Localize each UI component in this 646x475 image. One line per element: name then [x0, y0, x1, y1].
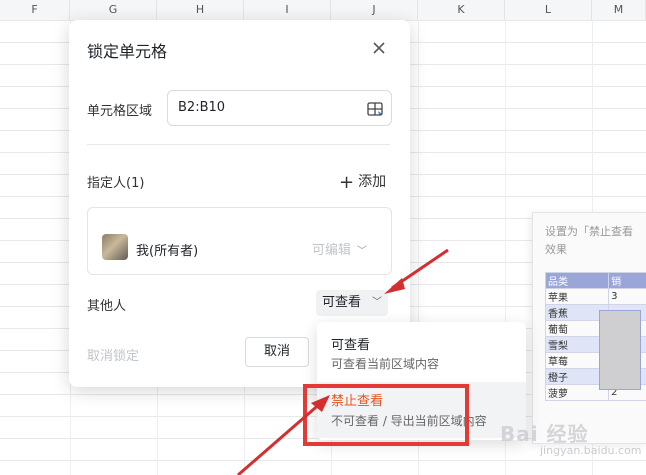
- divider: [87, 144, 390, 145]
- assignee-list: 我(所有者) 可编辑 ﹀: [87, 207, 392, 275]
- column-header-g[interactable]: G: [70, 0, 157, 20]
- plus-icon: +: [339, 172, 355, 193]
- close-icon[interactable]: [369, 38, 389, 58]
- others-permission-select[interactable]: 可查看 ﹀: [316, 290, 388, 316]
- column-header-k[interactable]: K: [418, 0, 505, 20]
- column-header-j[interactable]: J: [331, 0, 418, 20]
- column-header-i[interactable]: I: [244, 0, 331, 20]
- range-picker-icon[interactable]: [367, 101, 383, 116]
- preview-cell: 3: [608, 288, 646, 305]
- owner-permission-select: 可编辑 ﹀: [312, 239, 367, 258]
- add-label: 添加: [358, 174, 387, 190]
- cancel-button[interactable]: 取消: [245, 337, 309, 367]
- preview-header-sales: 销: [608, 272, 646, 289]
- menu-option-desc: 不可查看 / 导出当前区域内容: [331, 414, 487, 428]
- chevron-down-icon: ﹀: [372, 297, 382, 308]
- watermark-logo: Bai 经验: [500, 422, 589, 446]
- unlock-button[interactable]: 取消锁定: [87, 345, 139, 364]
- column-header-m[interactable]: M: [592, 0, 646, 20]
- others-permission-value: 可查看: [322, 295, 362, 310]
- permission-dropdown-menu: 可查看 可查看当前区域内容 禁止查看 不可查看 / 导出当前区域内容: [317, 322, 526, 440]
- add-assignee-button[interactable]: + 添加: [339, 171, 386, 193]
- owner-name: 我(所有者): [136, 244, 199, 259]
- column-header-f[interactable]: F: [0, 0, 70, 20]
- menu-option-title: 禁止查看: [331, 394, 384, 409]
- range-value: B2:B10: [178, 100, 226, 115]
- assignee-label: 指定人(1): [87, 176, 145, 191]
- preview-header-category: 品类: [544, 272, 610, 289]
- avatar: [102, 234, 128, 260]
- menu-option-view[interactable]: 可查看 可查看当前区域内容: [317, 322, 526, 378]
- preview-cell: 苹果: [544, 288, 610, 305]
- range-label: 单元格区域: [87, 104, 153, 119]
- dialog-title: 锁定单元格: [87, 42, 168, 61]
- column-header-l[interactable]: L: [505, 0, 592, 20]
- menu-option-title: 可查看: [331, 338, 371, 353]
- menu-option-no-view[interactable]: 禁止查看 不可查看 / 导出当前区域内容: [317, 382, 526, 438]
- effect-preview-image: 设置为「禁止查看 效果 品类 销 苹果3 香蕉 葡萄 雪梨 草莓 橙子2 菠萝2: [532, 212, 646, 444]
- menu-option-desc: 可查看当前区域内容: [331, 357, 440, 371]
- preview-hidden-range: [599, 310, 641, 390]
- column-header-bar: F G H I J K L M: [0, 0, 646, 21]
- owner-permission-value: 可编辑: [312, 243, 352, 258]
- preview-caption: 设置为「禁止查看 效果: [545, 223, 645, 259]
- preview-caption-line1: 设置为「禁止查看: [545, 225, 633, 238]
- preview-caption-line2: 效果: [545, 243, 567, 256]
- range-input[interactable]: B2:B10: [167, 90, 392, 126]
- watermark-url: jingyan.baidu.com: [540, 444, 642, 457]
- column-header-h[interactable]: H: [157, 0, 244, 20]
- others-label: 其他人: [87, 299, 127, 314]
- chevron-down-icon: ﹀: [357, 246, 368, 257]
